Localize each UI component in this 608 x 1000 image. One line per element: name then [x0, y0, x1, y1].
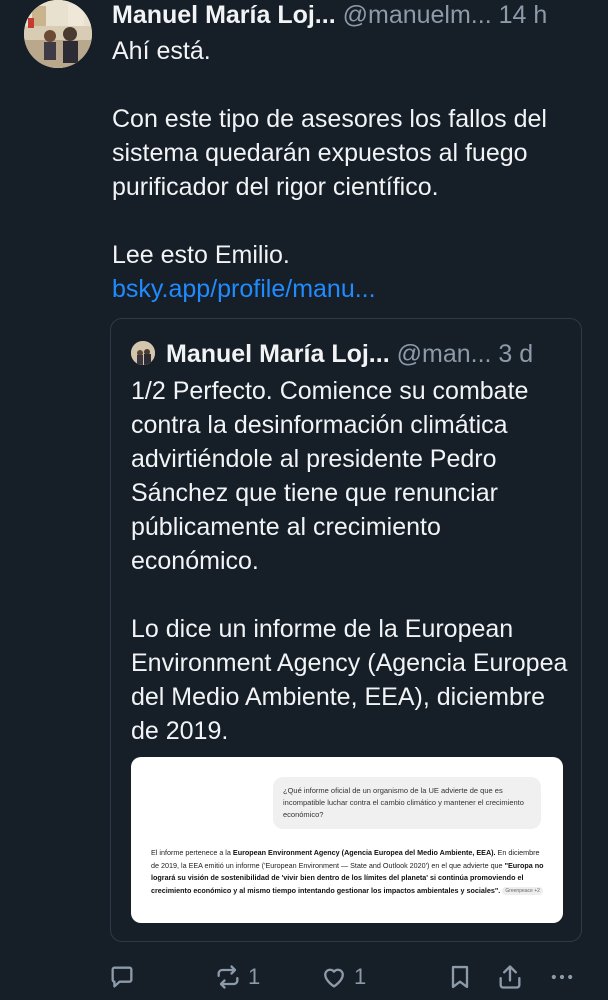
post-actions: 1 1 [108, 960, 588, 994]
more-options-button[interactable] [548, 960, 576, 994]
post: Manuel María Loj... @manuelm... 14 h Ahí… [0, 0, 608, 1000]
reply-icon [111, 966, 133, 988]
like-icon [324, 968, 344, 988]
answer-text: El informe pertenece a la [151, 848, 233, 857]
quoted-post-header: Manuel María Loj... @man... 3 d [166, 339, 568, 369]
quoted-paragraph: Lo dice un informe de la European Enviro… [131, 615, 568, 745]
more-icon [551, 974, 573, 980]
reply-button[interactable] [108, 960, 142, 994]
chat-answer: El informe pertenece a la European Envir… [151, 847, 545, 897]
post-body: Ahí está. Con este tipo de asesores los … [112, 34, 592, 306]
repost-button[interactable]: 1 [214, 960, 260, 994]
repost-count: 1 [248, 964, 261, 989]
answer-bold: European Environment Agency (Agencia Eur… [232, 848, 496, 857]
chat-question-bubble: ¿Qué informe oficial de un organismo de … [273, 777, 541, 829]
embedded-image[interactable]: ¿Qué informe oficial de un organismo de … [131, 757, 563, 923]
author-name[interactable]: Manuel María Loj... [112, 1, 336, 29]
post-text-line: Lee esto Emilio. [112, 241, 290, 269]
share-icon [499, 965, 521, 989]
avatar-photo [24, 0, 92, 68]
quoted-author-avatar[interactable] [131, 341, 155, 365]
quoted-paragraph: 1/2 Perfecto. Comience su combate contra… [131, 377, 529, 575]
quoted-post[interactable]: Manuel María Loj... @man... 3 d 1/2 Perf… [110, 318, 582, 942]
post-text-paragraph: Con este tipo de asesores los fallos del… [112, 105, 547, 201]
profile-link[interactable]: bsky.app/profile/manu... [112, 275, 376, 303]
share-button[interactable] [496, 960, 524, 994]
post-text-line: Ahí está. [112, 37, 211, 65]
quoted-post-time[interactable]: 3 d [498, 340, 533, 368]
like-count: 1 [354, 964, 367, 989]
quoted-avatar-photo [131, 341, 155, 365]
author-handle[interactable]: @manuelm... [343, 1, 492, 29]
quoted-author-handle[interactable]: @man... [397, 340, 492, 368]
post-time[interactable]: 14 h [499, 1, 548, 29]
source-chip: Greenpeace +2 [502, 886, 543, 895]
bookmark-button[interactable] [446, 960, 474, 994]
author-avatar[interactable] [24, 0, 92, 68]
quoted-author-name[interactable]: Manuel María Loj... [166, 340, 390, 368]
bookmark-icon [451, 965, 469, 989]
repost-icon [217, 965, 239, 989]
like-button[interactable]: 1 [320, 960, 366, 994]
post-header: Manuel María Loj... @manuelm... 14 h [112, 0, 592, 30]
quoted-post-body: 1/2 Perfecto. Comience su combate contra… [131, 374, 571, 748]
